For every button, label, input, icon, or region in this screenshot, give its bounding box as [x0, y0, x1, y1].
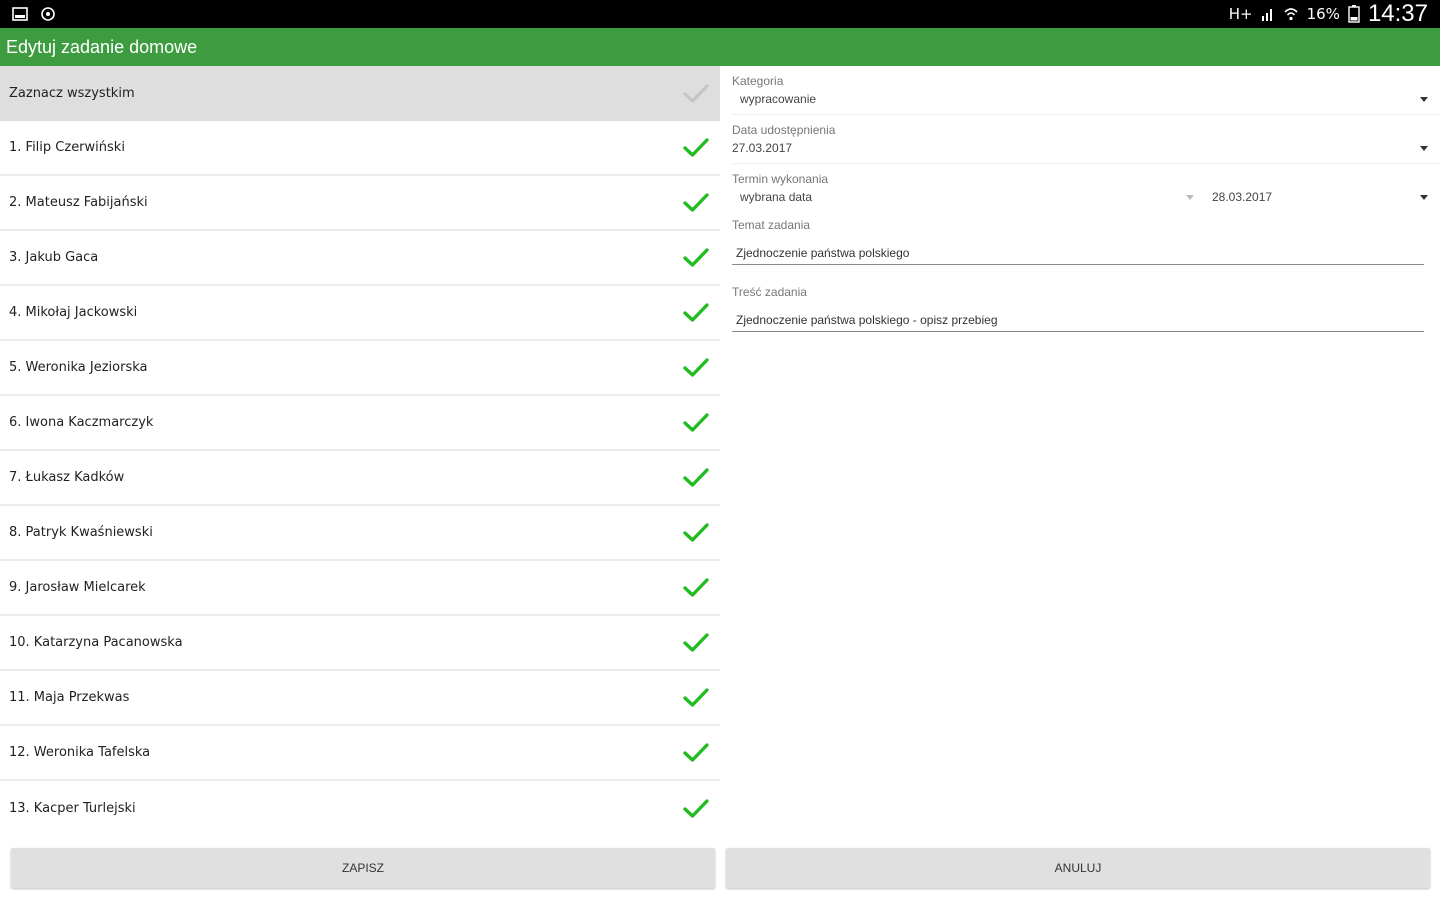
chevron-down-icon	[1420, 195, 1428, 200]
signal-icon	[1261, 9, 1272, 21]
check-icon	[683, 137, 709, 157]
student-name: 10. Katarzyna Pacanowska	[9, 635, 183, 650]
student-row[interactable]: 7. Łukasz Kadków	[0, 451, 720, 506]
student-row[interactable]: 2. Mateusz Fabijański	[0, 176, 720, 231]
check-icon	[683, 687, 709, 707]
student-name: 8. Patryk Kwaśniewski	[9, 525, 153, 540]
homework-form: Kategoria wypracowanie Data udostępnieni…	[720, 66, 1440, 840]
share-date-picker[interactable]: 27.03.2017	[732, 137, 1428, 159]
check-icon	[683, 467, 709, 487]
student-name: 9. Jarosław Mielcarek	[9, 580, 146, 595]
save-button[interactable]: ZAPISZ	[11, 848, 715, 888]
student-name: 6. Iwona Kaczmarczyk	[9, 415, 154, 430]
app-bar: Edytuj zadanie domowe	[0, 28, 1440, 66]
due-label: Termin wykonania	[732, 172, 829, 186]
student-name: 7. Łukasz Kadków	[9, 470, 125, 485]
content-input[interactable]: Zjednoczenie państwa polskiego - opisz p…	[732, 313, 1424, 332]
image-icon	[12, 7, 28, 21]
chevron-down-icon	[1420, 146, 1428, 151]
student-name: 1. Filip Czerwiński	[9, 140, 125, 155]
select-all-label: Zaznacz wszystkim	[9, 86, 135, 101]
due-mode-value: wybrana data	[740, 190, 813, 204]
student-row[interactable]: 12. Weronika Tafelska	[0, 726, 720, 781]
student-name: 5. Weronika Jeziorska	[9, 360, 148, 375]
check-icon	[683, 302, 709, 322]
chevron-down-icon	[1186, 195, 1194, 200]
content-label: Treść zadania	[732, 285, 807, 299]
category-value: wypracowanie	[740, 92, 817, 106]
category-dropdown[interactable]: wypracowanie	[732, 88, 1428, 110]
battery-level: 16%	[1306, 5, 1340, 23]
share-date-value: 27.03.2017	[732, 141, 793, 155]
topic-input[interactable]: Zjednoczenie państwa polskiego	[732, 246, 1424, 265]
student-row[interactable]: 4. Mikołaj Jackowski	[0, 286, 720, 341]
check-icon	[683, 522, 709, 542]
check-icon	[683, 83, 709, 103]
student-row[interactable]: 10. Katarzyna Pacanowska	[0, 616, 720, 671]
page-title: Edytuj zadanie domowe	[6, 36, 198, 57]
student-row[interactable]: 8. Patryk Kwaśniewski	[0, 506, 720, 561]
student-name: 11. Maja Przekwas	[9, 690, 130, 705]
due-date-picker[interactable]: 28.03.2017	[1212, 186, 1428, 208]
student-name: 4. Mikołaj Jackowski	[9, 305, 138, 320]
clock: 14:37	[1367, 0, 1428, 27]
check-icon	[683, 742, 709, 762]
category-label: Kategoria	[732, 74, 784, 88]
student-row[interactable]: 6. Iwona Kaczmarczyk	[0, 396, 720, 451]
student-row[interactable]: 9. Jarosław Mielcarek	[0, 561, 720, 616]
check-icon	[683, 798, 709, 818]
check-icon	[683, 412, 709, 432]
battery-icon	[1348, 5, 1360, 23]
status-bar: H+ 16% 14:37	[0, 0, 1440, 28]
cancel-button[interactable]: ANULUJ	[726, 848, 1430, 888]
select-all-row[interactable]: Zaznacz wszystkim	[0, 66, 720, 121]
settings-notification-icon	[41, 7, 55, 21]
check-icon	[683, 192, 709, 212]
student-row[interactable]: 5. Weronika Jeziorska	[0, 341, 720, 396]
check-icon	[683, 632, 709, 652]
signal-type-label: H+	[1228, 5, 1253, 23]
chevron-down-icon	[1420, 97, 1428, 102]
student-name: 3. Jakub Gaca	[9, 250, 99, 265]
share-date-label: Data udostępnienia	[732, 123, 836, 137]
check-icon	[683, 357, 709, 377]
student-row[interactable]: 13. Kacper Turlejski	[0, 781, 720, 836]
check-icon	[683, 577, 709, 597]
due-date-value: 28.03.2017	[1212, 190, 1273, 204]
student-name: 2. Mateusz Fabijański	[9, 195, 148, 210]
student-list: Zaznacz wszystkim 1. Filip Czerwiński 2. …	[0, 66, 720, 840]
student-row[interactable]: 3. Jakub Gaca	[0, 231, 720, 286]
student-name: 13. Kacper Turlejski	[9, 801, 136, 816]
wifi-icon	[1284, 8, 1298, 21]
student-row[interactable]: 11. Maja Przekwas	[0, 671, 720, 726]
student-row[interactable]: 1. Filip Czerwiński	[0, 121, 720, 176]
check-icon	[683, 247, 709, 267]
topic-label: Temat zadania	[732, 218, 811, 232]
due-mode-dropdown[interactable]: wybrana data	[732, 186, 1194, 208]
student-name: 12. Weronika Tafelska	[9, 745, 151, 760]
